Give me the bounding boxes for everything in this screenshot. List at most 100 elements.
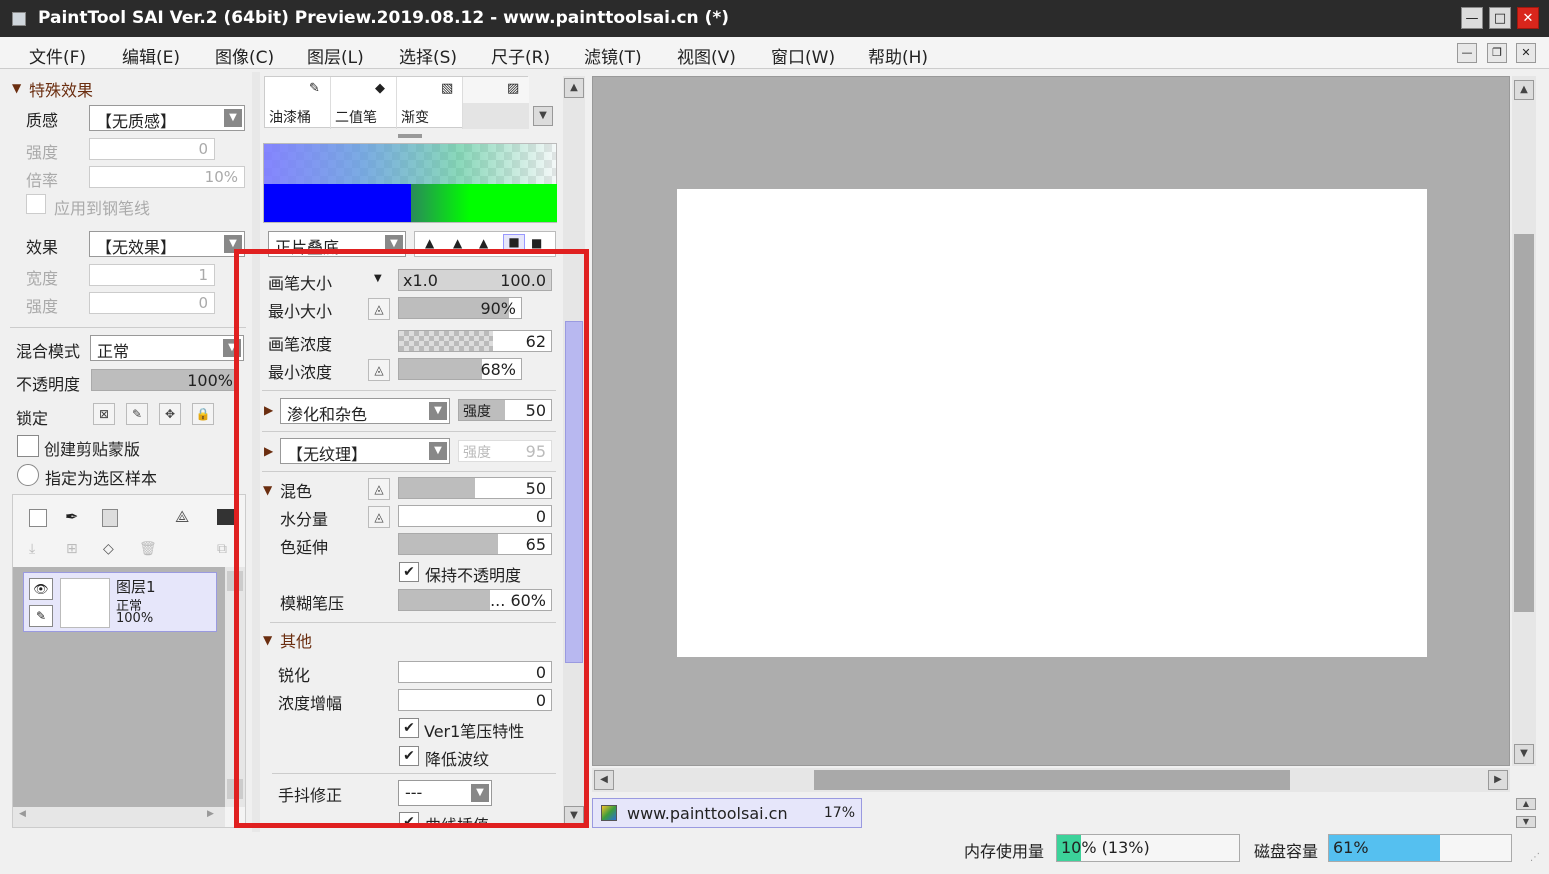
tool-slot-label: 油漆桶 [269, 110, 311, 126]
layer-effect-icon[interactable]: ⟁ [175, 507, 189, 527]
tab-scroll-down[interactable]: ▼ [1516, 816, 1536, 828]
scroll-right-icon[interactable]: ▶ [207, 809, 214, 819]
scroll-right-icon[interactable]: ▶ [1488, 770, 1508, 790]
canvas[interactable] [677, 189, 1427, 657]
shape-flat-icon[interactable]: ▲ [479, 236, 488, 250]
color-preview[interactable] [263, 143, 557, 223]
gradient-icon: ▧ [441, 81, 454, 96]
opacity-slider[interactable]: 100% [91, 369, 239, 391]
menu-layer[interactable]: 图层(L) [307, 43, 364, 68]
new-pen-layer-icon[interactable]: ✒ [65, 507, 78, 526]
canvas-viewport[interactable] [592, 76, 1510, 766]
secondary-color[interactable] [411, 184, 557, 222]
tool-slot[interactable]: ▧ 渐变 [397, 77, 463, 129]
pencil-icon[interactable]: ✎ [29, 605, 53, 627]
scroll-down-icon[interactable]: ▼ [1514, 744, 1534, 764]
tab-scroll-up[interactable]: ▲ [1516, 798, 1536, 810]
menu-edit[interactable]: 编辑(E) [122, 43, 180, 68]
shape-round-icon[interactable]: ▲ [425, 236, 434, 250]
close-button[interactable]: ✕ [1517, 7, 1539, 29]
selection-sample-label: 指定为选区样本 [45, 469, 158, 488]
blend-mode-select[interactable]: 正常 ▼ [90, 335, 244, 361]
layer-hscrollbar[interactable]: ◀ ▶ [13, 807, 225, 827]
scale-field[interactable]: 10% [89, 166, 245, 188]
effect-select[interactable]: 【无效果】 ▼ [89, 231, 245, 257]
menu-filter[interactable]: 滤镜(T) [584, 43, 642, 68]
brush-stroke-preview [264, 144, 556, 184]
lock-label: 锁定 [16, 409, 49, 428]
layer-thumbnail [60, 578, 110, 628]
shape-soft-icon[interactable]: ▲ [453, 236, 462, 250]
selection-sample-radio[interactable] [17, 464, 39, 486]
strength-field[interactable]: 0 [89, 138, 215, 160]
opacity-value: 100% [187, 371, 233, 390]
tool-scroll-down[interactable]: ▼ [533, 106, 553, 126]
eye-icon[interactable]: 👁 [29, 578, 53, 600]
layer-option-icon[interactable]: ⧉ [217, 541, 227, 557]
width-field[interactable]: 1 [89, 264, 215, 286]
menu-window[interactable]: 窗口(W) [771, 43, 835, 68]
disk-progress: 61% [1328, 834, 1512, 862]
disk-value: 61% [1333, 838, 1369, 857]
merge-icon[interactable]: ⊞ [66, 541, 78, 557]
resize-grip-icon[interactable]: ⋰ [1530, 852, 1540, 863]
document-tab[interactable]: www.painttoolsai.cn 17% [592, 798, 862, 828]
menu-file[interactable]: 文件(F) [29, 43, 86, 68]
canvas-vscrollbar[interactable]: ▲ ▼ [1512, 76, 1536, 766]
title-bar: PaintTool SAI Ver.2 (64bit) Preview.2019… [0, 0, 1549, 37]
doc-close-button[interactable]: ✕ [1516, 43, 1536, 63]
tool-slot[interactable]: ▨ [463, 77, 529, 129]
chevron-down-icon: ▼ [224, 109, 242, 127]
lock-paint-icon[interactable]: ✎ [126, 403, 148, 425]
tool-slot[interactable]: ◆ 二值笔 [331, 77, 397, 129]
lock-transparency-icon[interactable]: ⊠ [93, 403, 115, 425]
lock-all-icon[interactable]: 🔒 [192, 403, 214, 425]
scroll-left-icon[interactable]: ◀ [594, 770, 614, 790]
canvas-hscrollbar[interactable]: ◀ ▶ [592, 768, 1510, 792]
strength-label: 强度 [26, 143, 59, 162]
clip-mask-checkbox[interactable] [17, 435, 39, 457]
clear-layer-icon[interactable]: ◇ [103, 541, 114, 557]
menu-image[interactable]: 图像(C) [215, 43, 274, 68]
scroll-thumb[interactable] [814, 770, 1290, 790]
shape-block-icon[interactable]: ■ [531, 236, 542, 250]
new-folder-icon[interactable] [102, 509, 118, 527]
tool-slot-grid: ✎ 油漆桶 ◆ 二值笔 ▧ 渐变 ▨ [264, 76, 529, 129]
new-layer-icon[interactable] [29, 509, 47, 527]
menu-view[interactable]: 视图(V) [677, 43, 736, 68]
doc-minimize-button[interactable]: — [1457, 43, 1477, 63]
collapse-arrow-icon[interactable]: ▼ [12, 81, 21, 95]
tool-slot-label: 二值笔 [335, 110, 377, 126]
scroll-up-icon[interactable]: ▲ [1514, 80, 1534, 100]
window-title: PaintTool SAI Ver.2 (64bit) Preview.2019… [38, 8, 729, 28]
menu-ruler[interactable]: 尺子(R) [491, 43, 550, 68]
tool-slot[interactable]: ✎ 油漆桶 [265, 77, 331, 129]
mask-icon[interactable] [217, 509, 235, 525]
layer-panel: ✒ ⟁ ⤓ ⊞ ◇ 🗑 ⧉ 👁 ✎ 图层1 正常 100% ◀ ▶ [12, 494, 246, 828]
apply-pen-checkbox[interactable] [26, 194, 46, 214]
texture-select[interactable]: 【无质感】 ▼ [89, 105, 245, 131]
effect-value: 【无效果】 [96, 238, 177, 257]
primary-color[interactable] [264, 184, 411, 222]
menu-select[interactable]: 选择(S) [399, 43, 457, 68]
scroll-up-icon[interactable]: ▲ [564, 78, 584, 98]
maximize-button[interactable]: □ [1489, 7, 1511, 29]
minimize-button[interactable]: — [1461, 7, 1483, 29]
document-icon [601, 805, 617, 821]
scroll-left-icon[interactable]: ◀ [19, 809, 26, 819]
strength2-field[interactable]: 0 [89, 292, 215, 314]
special-effects-header: 特殊效果 [29, 81, 94, 100]
memory-progress: 10% (13%) [1056, 834, 1240, 862]
layer-row[interactable]: 👁 ✎ 图层1 正常 100% [23, 572, 217, 632]
drag-handle[interactable] [398, 134, 422, 138]
menu-help[interactable]: 帮助(H) [868, 43, 928, 68]
scroll-thumb[interactable] [1514, 234, 1534, 612]
doc-restore-button[interactable]: ❐ [1487, 43, 1507, 63]
delete-layer-icon[interactable]: 🗑 [139, 541, 157, 557]
pattern-icon: ▨ [507, 81, 520, 96]
merge-down-icon[interactable]: ⤓ [29, 541, 35, 557]
menu-bar: 文件(F) 编辑(E) 图像(C) 图层(L) 选择(S) 尺子(R) 滤镜(T… [0, 37, 1549, 69]
memory-label: 内存使用量 [964, 842, 1045, 861]
lock-move-icon[interactable]: ✥ [159, 403, 181, 425]
document-zoom: 17% [823, 805, 855, 821]
